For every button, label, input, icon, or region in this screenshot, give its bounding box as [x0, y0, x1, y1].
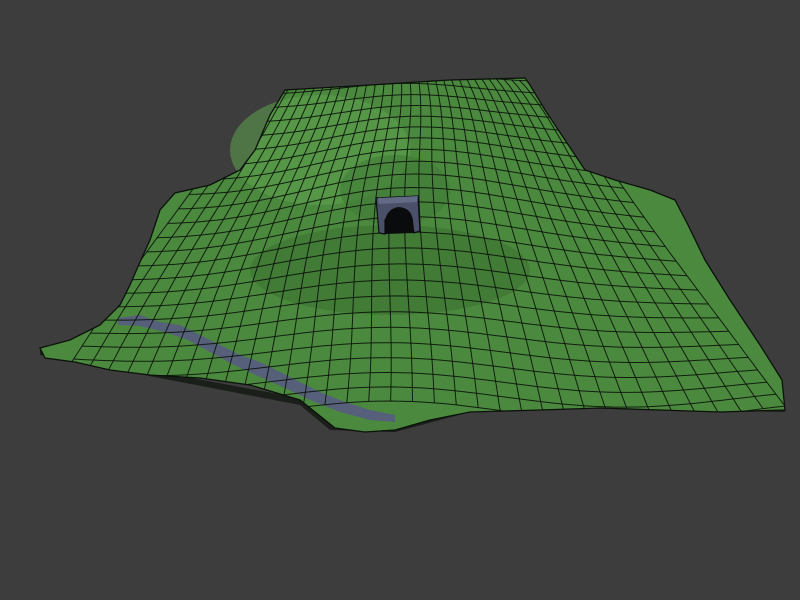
terrain-mesh[interactable]	[39, 72, 786, 433]
3d-viewport[interactable]	[0, 0, 800, 600]
viewport-canvas[interactable]	[0, 0, 800, 600]
tunnel-entrance[interactable]	[375, 195, 421, 235]
